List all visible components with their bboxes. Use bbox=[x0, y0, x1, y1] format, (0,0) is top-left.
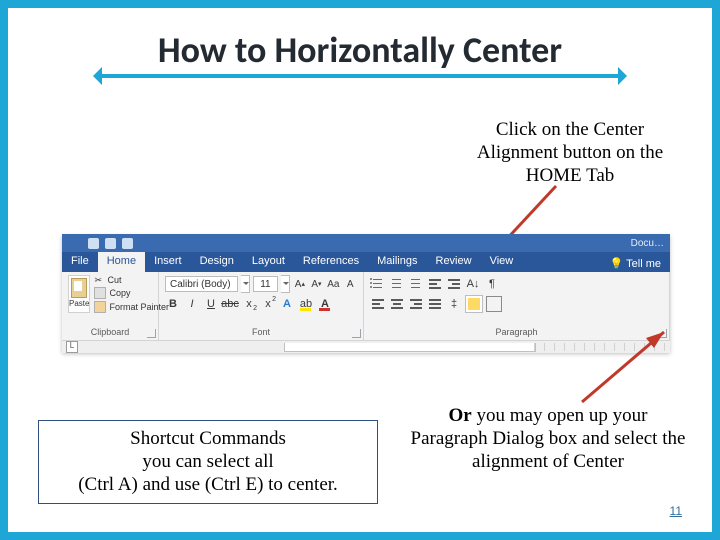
clipboard-icon bbox=[71, 278, 87, 298]
font-name-dropdown-icon[interactable] bbox=[241, 275, 250, 293]
qat-save-icon[interactable] bbox=[88, 238, 99, 249]
tab-view[interactable]: View bbox=[481, 252, 523, 272]
slide-title: How to Horizontally Center bbox=[8, 28, 712, 72]
copy-button[interactable]: Copy bbox=[94, 287, 169, 299]
bullets-button[interactable] bbox=[370, 276, 386, 292]
shading-button[interactable] bbox=[465, 295, 483, 313]
ribbon-tabs: File Home Insert Design Layout Reference… bbox=[62, 252, 670, 272]
group-clipboard: Paste ✂Cut Copy Format Painter Clipboard bbox=[62, 272, 159, 340]
tab-layout[interactable]: Layout bbox=[243, 252, 294, 272]
cut-label: Cut bbox=[107, 275, 121, 285]
clipboard-dialog-launcher[interactable] bbox=[147, 329, 156, 338]
paragraph-group-label: Paragraph bbox=[370, 327, 663, 338]
cut-button[interactable]: ✂Cut bbox=[94, 275, 169, 285]
font-size-dropdown-icon[interactable] bbox=[281, 275, 290, 293]
font-name-combobox[interactable]: Calibri (Body) bbox=[165, 276, 238, 292]
ruler[interactable]: L bbox=[62, 340, 670, 353]
group-font: Calibri (Body) 11 A▴ A▾ Aa A B I U abc x… bbox=[159, 272, 364, 340]
shrink-font-button[interactable]: A▾ bbox=[310, 275, 324, 293]
line-spacing-button[interactable]: ‡ bbox=[446, 296, 462, 312]
font-group-label: Font bbox=[165, 327, 357, 338]
align-right-button[interactable] bbox=[408, 296, 424, 312]
font-color-button[interactable]: A bbox=[317, 296, 333, 312]
text-effects-button[interactable]: A bbox=[279, 296, 295, 312]
paragraph-dialog-launcher[interactable] bbox=[658, 329, 667, 338]
numbering-button[interactable] bbox=[389, 276, 405, 292]
borders-button[interactable] bbox=[486, 296, 502, 312]
format-painter-button[interactable]: Format Painter bbox=[94, 301, 169, 313]
grow-font-button[interactable]: A▴ bbox=[293, 275, 307, 293]
tab-references[interactable]: References bbox=[294, 252, 368, 272]
tab-file[interactable]: File bbox=[62, 252, 98, 272]
shortcut-text: Shortcut Commands you can select all (Ct… bbox=[78, 428, 338, 495]
change-case-button[interactable]: Aa bbox=[326, 275, 340, 293]
highlight-color-button[interactable]: ab bbox=[298, 296, 314, 312]
clipboard-group-label: Clipboard bbox=[68, 327, 152, 338]
italic-button[interactable]: I bbox=[184, 296, 200, 312]
qat-redo-icon[interactable] bbox=[122, 238, 133, 249]
ruler-active-area bbox=[284, 343, 536, 352]
align-center-button[interactable] bbox=[389, 296, 405, 312]
word-ribbon-screenshot: Docu… File Home Insert Design Layout Ref… bbox=[62, 234, 670, 352]
bold-button[interactable]: B bbox=[165, 296, 181, 312]
group-paragraph: A↓ ¶ ‡ Paragraph bbox=[364, 272, 670, 340]
superscript-button[interactable]: x2 bbox=[260, 296, 276, 312]
tell-me-label: Tell me bbox=[626, 258, 661, 270]
window-titlebar: Docu… bbox=[62, 234, 670, 252]
tab-mailings[interactable]: Mailings bbox=[368, 252, 426, 272]
or-bold: Or bbox=[449, 405, 472, 426]
subscript-button[interactable]: x2 bbox=[241, 296, 257, 312]
increase-indent-button[interactable] bbox=[446, 276, 462, 292]
ruler-tab-selector[interactable]: L bbox=[66, 341, 78, 353]
paste-button[interactable]: Paste bbox=[68, 275, 90, 313]
copy-icon bbox=[94, 287, 106, 299]
shortcut-commands-box: Shortcut Commands you can select all (Ct… bbox=[38, 420, 378, 504]
ruler-ticks bbox=[534, 343, 666, 351]
tab-tell-me[interactable]: 💡 Tell me bbox=[600, 252, 670, 272]
tab-design[interactable]: Design bbox=[191, 252, 243, 272]
document-title: Docu… bbox=[631, 238, 664, 249]
strikethrough-button[interactable]: abc bbox=[222, 296, 238, 312]
tab-insert[interactable]: Insert bbox=[145, 252, 191, 272]
qat-undo-icon[interactable] bbox=[105, 238, 116, 249]
underline-button[interactable]: U bbox=[203, 296, 219, 312]
tab-review[interactable]: Review bbox=[427, 252, 481, 272]
tab-home[interactable]: Home bbox=[98, 252, 145, 272]
font-size-combobox[interactable]: 11 bbox=[253, 276, 278, 292]
lightbulb-icon: 💡 bbox=[609, 257, 623, 270]
align-justify-button[interactable] bbox=[427, 296, 443, 312]
paste-label: Paste bbox=[69, 299, 89, 308]
font-dialog-launcher[interactable] bbox=[352, 329, 361, 338]
clear-formatting-button[interactable]: A bbox=[343, 275, 357, 293]
scissors-icon: ✂ bbox=[94, 275, 104, 285]
align-left-button[interactable] bbox=[370, 296, 386, 312]
multilevel-list-button[interactable] bbox=[408, 276, 424, 292]
instruction-or: Or you may open up your Paragraph Dialog… bbox=[408, 404, 688, 474]
instruction-top: Click on the Center Alignment button on … bbox=[470, 118, 670, 188]
copy-label: Copy bbox=[109, 288, 130, 298]
decrease-indent-button[interactable] bbox=[427, 276, 443, 292]
page-number: 11 bbox=[670, 504, 682, 518]
sort-button[interactable]: A↓ bbox=[465, 276, 481, 292]
brush-icon bbox=[94, 301, 106, 313]
show-hide-button[interactable]: ¶ bbox=[484, 276, 500, 292]
title-underline-arrow bbox=[100, 74, 620, 78]
